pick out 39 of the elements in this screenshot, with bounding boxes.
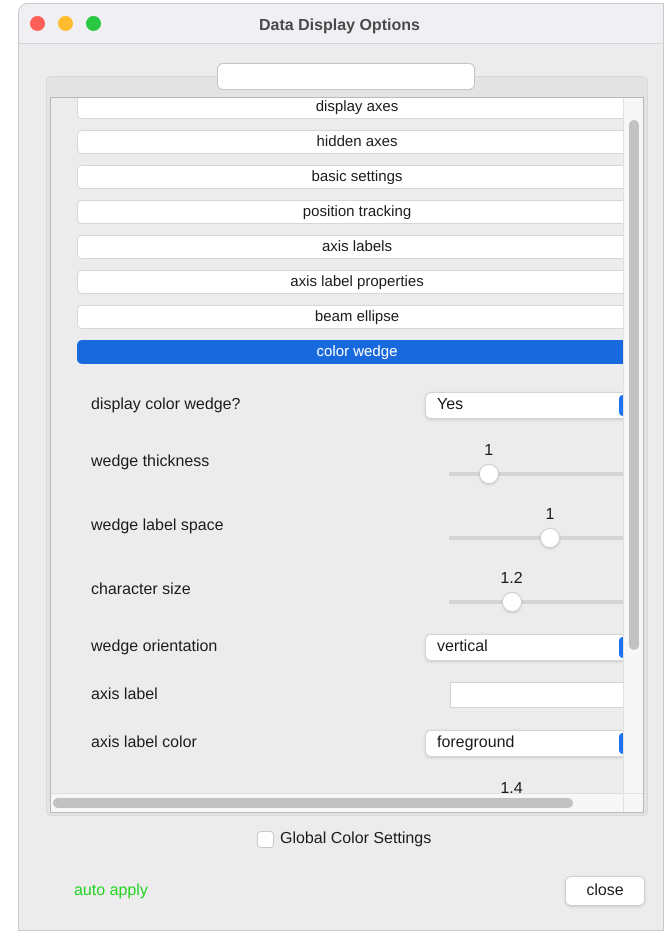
option-label: axis label xyxy=(91,685,158,705)
slider-thumb[interactable] xyxy=(502,592,522,612)
option-label: character size xyxy=(91,580,191,600)
option-label: wedge label space xyxy=(91,516,224,536)
tab-field[interactable] xyxy=(217,63,475,90)
option-label: wedge orientation xyxy=(91,637,218,657)
dropdown[interactable]: Yes xyxy=(425,392,623,418)
checkbox[interactable] xyxy=(257,830,274,848)
minimize-window-icon[interactable] xyxy=(58,16,73,31)
dropdown[interactable]: vertical xyxy=(425,634,623,660)
window-title: Data Display Options xyxy=(259,16,420,36)
slider-value: 1.2 xyxy=(500,569,523,589)
section-button[interactable]: axis label properties xyxy=(77,270,623,294)
section-button[interactable]: position tracking xyxy=(77,200,623,224)
option-label: wedge thickness xyxy=(91,452,210,472)
zoom-window-icon[interactable] xyxy=(86,16,101,31)
section-button[interactable]: hidden axes xyxy=(77,130,623,154)
scrollbar-thumb[interactable] xyxy=(629,120,639,650)
slider-thumb[interactable] xyxy=(540,528,560,548)
dropdown[interactable]: foreground xyxy=(425,730,623,756)
slider-value: 1 xyxy=(484,441,494,461)
horizontal-scrollbar[interactable] xyxy=(51,793,623,812)
section-button[interactable]: color wedge xyxy=(77,340,623,364)
option-label: display color wedge? xyxy=(91,395,240,415)
checkbox-label: Global Color Settings xyxy=(280,829,432,849)
section-button[interactable]: basic settings xyxy=(77,165,623,189)
close-window-icon[interactable] xyxy=(30,16,45,31)
vertical-scrollbar[interactable] xyxy=(623,98,643,794)
slider-value: 1 xyxy=(546,505,554,525)
close-button[interactable]: close xyxy=(565,876,645,906)
slider-thumb[interactable] xyxy=(478,464,499,484)
section-button[interactable]: beam ellipse xyxy=(77,305,623,329)
option-label: axis label color xyxy=(91,733,197,753)
auto-apply-label: auto apply xyxy=(74,881,148,901)
section-button[interactable]: axis labels xyxy=(77,235,623,259)
text-field[interactable] xyxy=(450,682,623,708)
slider-value: 1.4 xyxy=(500,779,523,794)
section-button[interactable]: display axes xyxy=(77,98,623,119)
scrollbar-thumb[interactable] xyxy=(53,798,573,808)
